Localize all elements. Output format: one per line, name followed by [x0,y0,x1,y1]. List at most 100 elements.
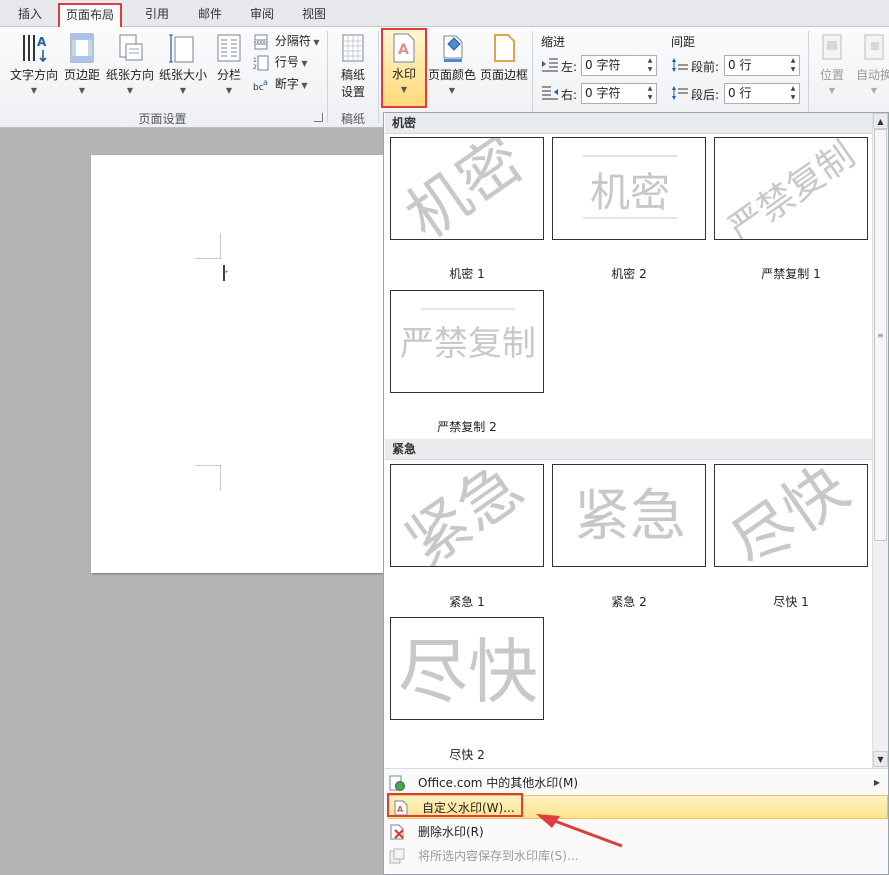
position-button[interactable]: 位置 ▼ [812,32,852,95]
line-numbers-icon: 12 [253,55,269,71]
chevron-down-icon: ▼ [400,85,408,94]
spin-arrows[interactable]: ▲ ▼ [787,84,799,103]
page-size-icon [169,34,194,63]
watermark-caption: 机密 2 [611,267,647,281]
watermark-label: 水印 [391,67,416,81]
ribbon-tab-strip: 插入 页面布局 引用 邮件 审阅 视图 [0,0,889,29]
spacing-title: 间距 [671,35,696,49]
manuscript-label-line1: 稿纸 [340,68,365,82]
watermark-caption: 紧急 2 [611,595,647,609]
tab-insert[interactable]: 插入 [12,4,48,26]
breaks-button[interactable]: 分隔符 ▼ [253,31,320,51]
text-direction-label: 文字方向 [9,68,58,82]
watermark-thumbnail[interactable]: 紧急 [552,464,706,567]
scroll-thumb[interactable]: ≡ [874,129,887,541]
wrap-text-button[interactable]: 自动换 ▼ [854,32,889,95]
columns-button[interactable]: 分栏 ▼ [212,32,246,95]
tab-view[interactable]: 视图 [296,4,332,26]
tab-mailings[interactable]: 邮件 [192,4,228,26]
page-borders-icon [494,34,515,62]
scroll-down-icon[interactable]: ▼ [873,751,888,767]
spin-arrows[interactable]: ▲ ▼ [644,84,656,103]
manuscript-icon [342,34,364,62]
margins-label: 页边距 [63,68,100,82]
manuscript-label-line2: 设置 [340,85,365,99]
document-page[interactable]: ↲ [91,155,391,573]
spacing-before-value: 0 行 [728,58,752,72]
watermark-text: 紧急 [393,465,536,567]
menu-item-office-watermarks[interactable]: Office.com 中的其他水印(M) ▶ [385,771,888,795]
chevron-down-icon: ▼ [828,86,836,95]
group-separator [378,31,379,123]
spacing-after-input[interactable]: 0 行 ▲ ▼ [724,83,800,104]
annotation-highlight-box [387,793,523,817]
chevron-down-icon: ▼ [179,86,187,95]
menu-item-label: Office.com 中的其他水印(M) [418,776,579,790]
chevron-down-icon: ▼ [30,86,38,95]
margins-icon [70,33,94,63]
spacing-before-input[interactable]: 0 行 ▲ ▼ [724,55,800,76]
watermark-text: 机密 [393,138,536,240]
hyphenation-icon: bca [253,78,268,93]
menu-item-save-to-gallery[interactable]: 将所选内容保存到水印库(S)... [385,844,888,868]
menu-item-remove-watermark[interactable]: 删除水印(R) [385,820,888,844]
watermark-button[interactable]: A 水印 ▼ [381,28,427,108]
watermark-caption: 机密 1 [449,267,485,281]
watermark-thumbnail[interactable]: 机密 [552,137,706,240]
position-icon [822,34,842,60]
page-setup-group-label: 页面设置 [138,112,187,126]
wrap-text-icon [864,34,884,60]
document-area: ↲ [0,128,391,875]
indent-right-icon [542,86,558,100]
text-direction-icon: A [23,35,47,63]
watermark-caption: 严禁复制 1 [761,267,821,281]
watermark-caption: 严禁复制 2 [437,420,497,434]
text-direction-button[interactable]: A 文字方向 ▼ [8,32,60,95]
spin-arrows[interactable]: ▲ ▼ [787,56,799,75]
watermark-thumbnail[interactable]: 严禁复制 [714,137,868,240]
indent-left-icon [542,58,558,72]
tab-review[interactable]: 审阅 [244,4,280,26]
scroll-up-icon[interactable]: ▲ [873,113,888,129]
page-color-label: 页面颜色 [427,68,476,82]
manuscript-settings-button[interactable]: 稿纸 设置 [334,32,372,100]
page-size-button[interactable]: 纸张大小 ▼ [157,32,209,95]
orientation-button[interactable]: 纸张方向 ▼ [104,32,156,95]
watermark-text: 尽快 [398,631,538,713]
page-setup-dialog-launcher[interactable] [314,113,323,122]
watermark-caption: 尽快 2 [449,748,485,762]
tab-page-layout[interactable]: 页面布局 [57,3,123,29]
watermark-thumbnail[interactable]: 尽快 [390,617,544,720]
spacing-after-icon [672,86,688,100]
columns-icon [217,34,241,62]
svg-text:A: A [37,35,47,49]
save-to-gallery-icon [389,848,405,864]
gallery-scrollbar[interactable]: ▲ ≡ ▼ [872,113,888,768]
group-separator [327,31,328,123]
hyphenation-button[interactable]: bc a 断字 ▼ [253,74,308,94]
gallery-section-header: 机密 [385,113,872,134]
watermark-thumbnail[interactable]: 尽快 [714,464,868,567]
position-label: 位置 [819,68,844,82]
gallery-section-header: 紧急 [385,439,872,460]
group-separator [808,31,809,123]
indent-right-input[interactable]: 0 字符 ▲ ▼ [581,83,657,104]
tab-references[interactable]: 引用 [139,4,175,26]
watermark-thumbnail[interactable]: 严禁复制 [390,290,544,393]
watermark-text: 严禁复制 [400,324,536,364]
margins-button[interactable]: 页边距 ▼ [61,32,103,95]
submenu-arrow-icon: ▶ [873,778,880,787]
line-numbers-button[interactable]: 12 行号 ▼ [253,52,308,72]
orientation-icon [119,34,143,61]
indent-right-value: 0 字符 [585,86,621,100]
watermark-text: 严禁复制 [721,138,862,240]
watermark-thumbnail[interactable]: 机密 [390,137,544,240]
indent-left-input[interactable]: 0 字符 ▲ ▼ [581,55,657,76]
watermark-thumbnail[interactable]: 紧急 [390,464,544,567]
spacing-after-value: 0 行 [728,86,752,100]
page-borders-button[interactable]: 页面边框 [478,32,530,83]
chevron-down-icon: ▼ [78,86,86,95]
spin-arrows[interactable]: ▲ ▼ [644,56,656,75]
orientation-label: 纸张方向 [105,68,154,82]
page-color-button[interactable]: 页面颜色 ▼ [427,32,477,95]
